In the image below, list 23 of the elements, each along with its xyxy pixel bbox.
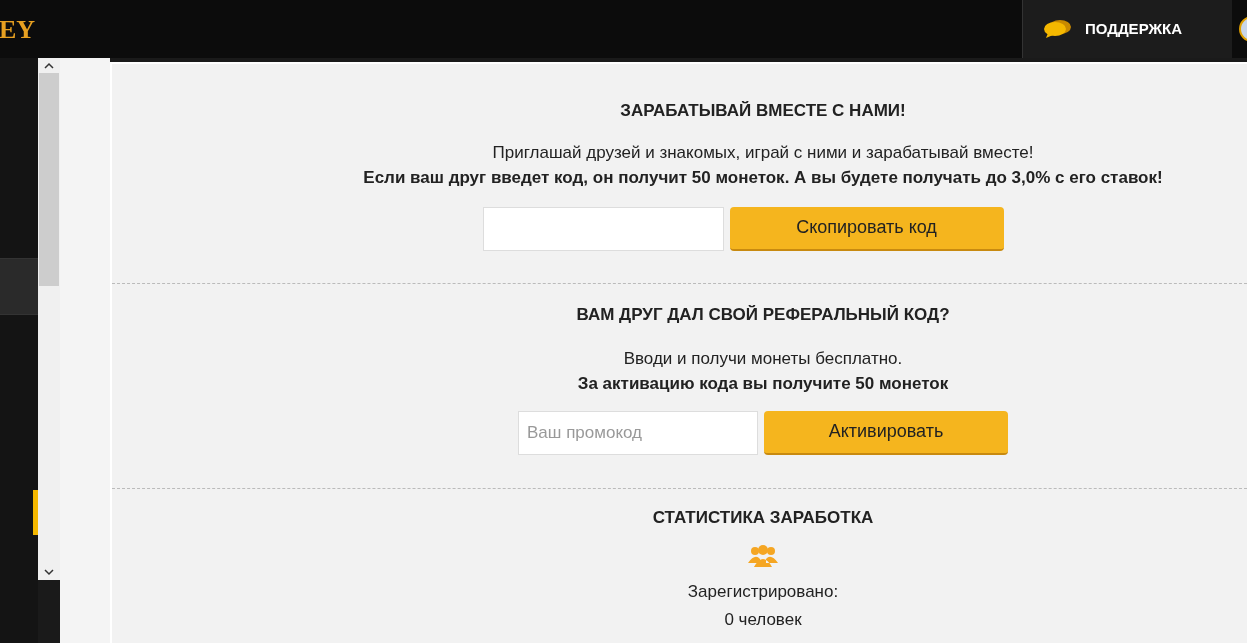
copy-code-button[interactable]: Скопировать код	[729, 206, 1004, 251]
users-icon	[748, 544, 778, 567]
scrollbar[interactable]	[38, 58, 60, 580]
scroll-thumb[interactable]	[39, 72, 59, 286]
description-text: Вводи и получи монеты бесплатно.	[623, 347, 903, 370]
registered-label: Зарегистрировано:	[687, 580, 839, 603]
activate-button[interactable]: Активировать	[764, 410, 1008, 455]
active-marker	[33, 490, 38, 535]
promo-code-field[interactable]: Ваш промокод	[518, 410, 758, 455]
registered-count: 0 человек	[724, 609, 802, 631]
chat-icon	[1043, 19, 1073, 39]
logo[interactable]: EY	[0, 9, 36, 49]
bonus-text: Если ваш друг введет код, он получит 50 монеток. А вы будете получать до 3,0% с его ставок!	[363, 167, 1163, 189]
scroll-up-icon[interactable]	[44, 62, 54, 70]
bonus-text: За активацию кода вы получите 50 монеток	[577, 373, 949, 395]
section-title: ЗАРАБАТЫВАЙ ВМЕСТЕ С НАМИ!	[620, 100, 906, 122]
description-text: Приглашай друзей и знакомых, играй с ними и зарабатывай вместе!	[492, 141, 1034, 164]
support-button[interactable]: ПОДДЕРЖКА	[1022, 0, 1232, 58]
sidebar-item[interactable]	[0, 258, 38, 315]
section-title: ВАМ ДРУГ ДАЛ СВОЙ РЕФЕРАЛЬНЫЙ КОД?	[576, 304, 950, 326]
scroll-down-icon[interactable]	[44, 568, 54, 576]
referral-code-field[interactable]	[482, 206, 724, 251]
section-title: СТАТИСТИКА ЗАРАБОТКА	[652, 507, 874, 529]
